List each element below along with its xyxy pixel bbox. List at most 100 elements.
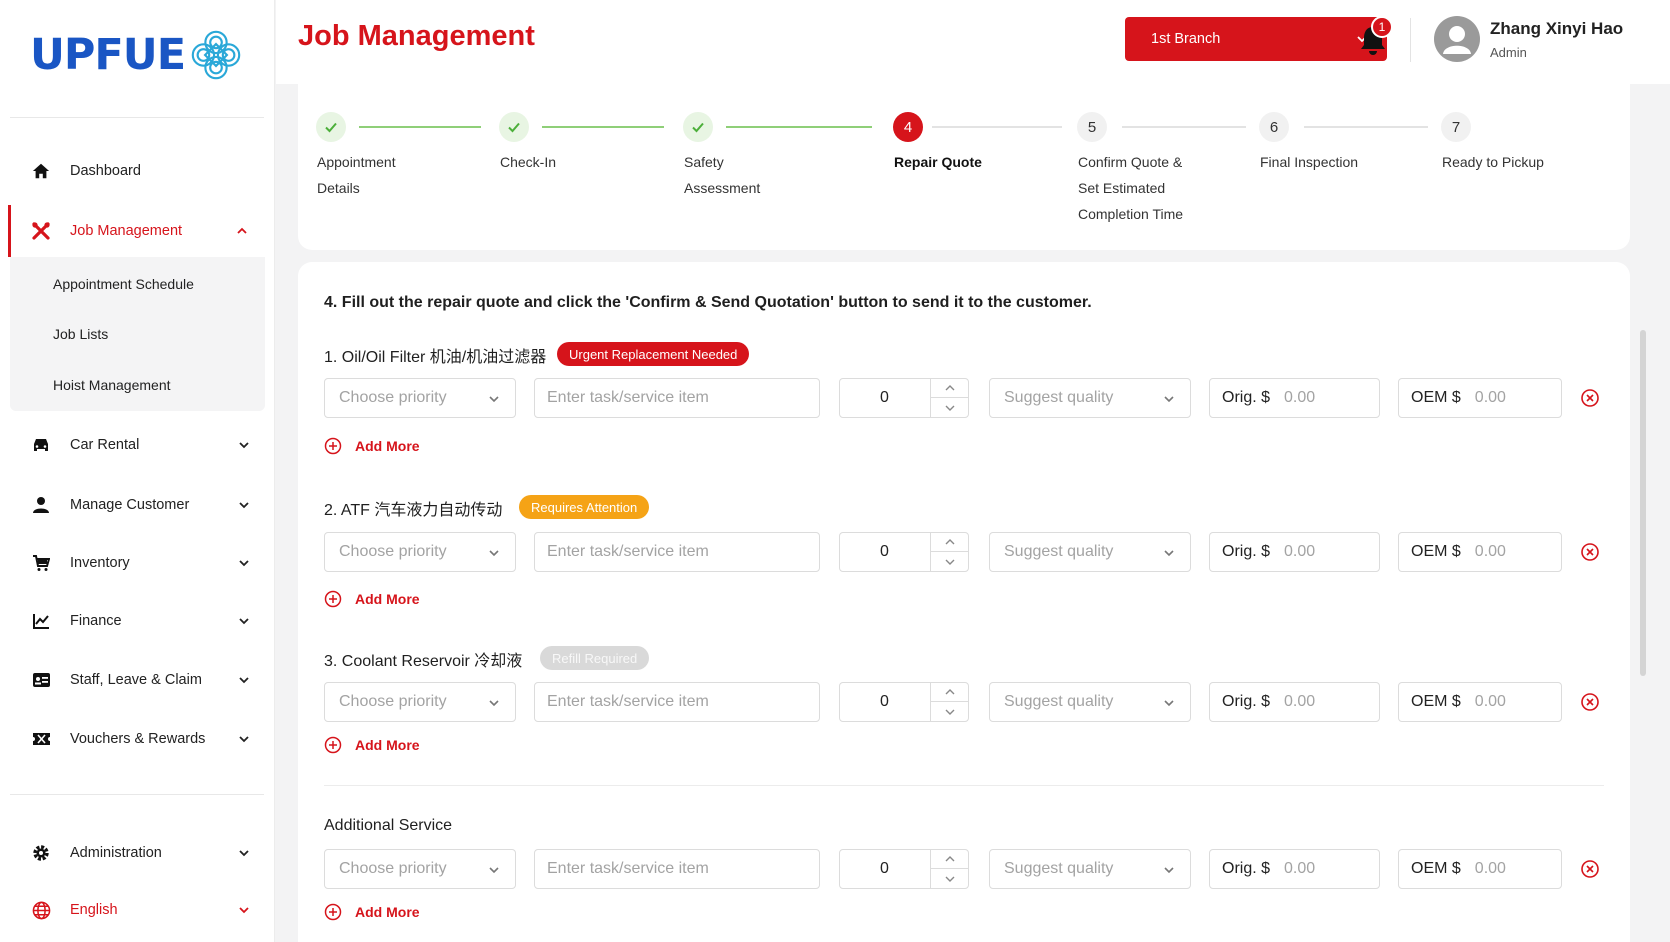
quantity-stepper[interactable]: 0 bbox=[839, 532, 969, 572]
oem-price-input[interactable]: OEM $ 0.00 bbox=[1398, 849, 1562, 889]
oem-price-input[interactable]: OEM $ 0.00 bbox=[1398, 682, 1562, 722]
step-3-label: Safety Assessment bbox=[684, 154, 761, 196]
sidebar-item-manage-customer[interactable]: Manage Customer bbox=[10, 479, 265, 531]
step-5-circle: 5 bbox=[1077, 112, 1107, 142]
decrement-button[interactable] bbox=[931, 552, 968, 571]
task-input[interactable]: Enter task/service item bbox=[534, 378, 820, 418]
decrement-button[interactable] bbox=[931, 702, 968, 721]
task-input[interactable]: Enter task/service item bbox=[534, 682, 820, 722]
task-placeholder: Enter task/service item bbox=[547, 693, 709, 710]
priority-select[interactable]: Choose priority bbox=[324, 849, 516, 889]
language-selector[interactable]: English bbox=[10, 884, 265, 936]
sidebar-item-dashboard[interactable]: Dashboard bbox=[10, 145, 265, 197]
sidebar-item-staff-leave-claim[interactable]: Staff, Leave & Claim bbox=[10, 654, 265, 706]
chevron-down-icon bbox=[945, 405, 954, 411]
orig-price-input[interactable]: Orig. $ 0.00 bbox=[1209, 378, 1380, 418]
chevron-down-icon bbox=[239, 618, 249, 625]
quantity-stepper[interactable]: 0 bbox=[839, 378, 969, 418]
form-instruction: 4. Fill out the repair quote and click t… bbox=[324, 294, 1092, 311]
sidebar-item-finance[interactable]: Finance bbox=[10, 595, 265, 647]
user-role: Admin bbox=[1490, 45, 1527, 60]
quality-select[interactable]: Suggest quality bbox=[989, 849, 1191, 889]
orig-price-input[interactable]: Orig. $ 0.00 bbox=[1209, 532, 1380, 572]
remove-row-icon[interactable] bbox=[1580, 692, 1600, 712]
sidebar-item-label: Manage Customer bbox=[70, 497, 190, 513]
chart-line-icon bbox=[30, 610, 52, 632]
add-more-button[interactable]: Add More bbox=[324, 437, 420, 455]
increment-button[interactable] bbox=[931, 683, 968, 702]
sidebar-subitem-hoist-management[interactable]: Hoist Management bbox=[53, 377, 171, 393]
chevron-up-icon bbox=[945, 539, 954, 545]
increment-button[interactable] bbox=[931, 533, 968, 552]
task-input[interactable]: Enter task/service item bbox=[534, 532, 820, 572]
chevron-down-icon bbox=[489, 700, 499, 707]
sidebar-subitem-appointment-schedule[interactable]: Appointment Schedule bbox=[53, 276, 194, 292]
sidebar-item-label: Dashboard bbox=[70, 163, 141, 179]
quality-select[interactable]: Suggest quality bbox=[989, 378, 1191, 418]
quantity-stepper[interactable]: 0 bbox=[839, 849, 969, 889]
orig-prefix: Orig. $ bbox=[1222, 389, 1271, 406]
sidebar-item-car-rental[interactable]: Car Rental bbox=[10, 419, 265, 471]
plus-circle-icon bbox=[324, 590, 342, 608]
brand-logo[interactable]: UPFUE bbox=[30, 26, 245, 84]
add-more-label: Add More bbox=[355, 591, 420, 607]
orig-price-input[interactable]: Orig. $ 0.00 bbox=[1209, 682, 1380, 722]
remove-row-icon[interactable] bbox=[1580, 388, 1600, 408]
step-1-label: Appointment Details bbox=[317, 154, 396, 196]
step-connector bbox=[1304, 126, 1428, 128]
sidebar-item-label: Job Management bbox=[70, 223, 183, 239]
increment-button[interactable] bbox=[931, 850, 968, 869]
tools-icon bbox=[30, 220, 52, 242]
branch-select[interactable]: 1st Branch bbox=[1125, 17, 1387, 61]
quality-select[interactable]: Suggest quality bbox=[989, 532, 1191, 572]
user-silhouette-icon bbox=[1443, 26, 1471, 54]
cart-icon bbox=[30, 552, 52, 574]
quantity-value: 0 bbox=[880, 543, 889, 560]
sidebar-item-vouchers-rewards[interactable]: Vouchers & Rewards bbox=[10, 713, 265, 765]
increment-button[interactable] bbox=[931, 379, 968, 398]
vertical-scrollbar[interactable] bbox=[1640, 330, 1646, 676]
oem-price-input[interactable]: OEM $ 0.00 bbox=[1398, 532, 1562, 572]
home-icon bbox=[30, 160, 52, 182]
add-more-button[interactable]: Add More bbox=[324, 903, 420, 921]
sidebar-item-inventory[interactable]: Inventory bbox=[10, 537, 265, 589]
add-more-button[interactable]: Add More bbox=[324, 736, 420, 754]
notification-badge: 1 bbox=[1371, 16, 1393, 38]
stepper-controls bbox=[930, 850, 968, 888]
remove-row-icon[interactable] bbox=[1580, 542, 1600, 562]
price-placeholder: 0.00 bbox=[1474, 389, 1506, 406]
top-header: Job Management 1st Branch 1 Zhang Xinyi … bbox=[276, 0, 1670, 84]
stepper-controls bbox=[930, 379, 968, 417]
check-icon bbox=[508, 122, 520, 133]
quantity-stepper[interactable]: 0 bbox=[839, 682, 969, 722]
sidebar-item-administration[interactable]: Administration bbox=[10, 827, 265, 879]
brand-name: UPFUE bbox=[30, 30, 186, 80]
quality-placeholder: Suggest quality bbox=[1004, 543, 1114, 560]
chevron-down-icon bbox=[1164, 700, 1174, 707]
task-input[interactable]: Enter task/service item bbox=[534, 849, 820, 889]
priority-placeholder: Choose priority bbox=[339, 389, 447, 406]
sidebar-divider bbox=[10, 117, 264, 118]
add-more-label: Add More bbox=[355, 904, 420, 920]
decrement-button[interactable] bbox=[931, 398, 968, 417]
orig-price-input[interactable]: Orig. $ 0.00 bbox=[1209, 849, 1380, 889]
quality-select[interactable]: Suggest quality bbox=[989, 682, 1191, 722]
price-placeholder: 0.00 bbox=[1284, 693, 1316, 710]
quality-placeholder: Suggest quality bbox=[1004, 860, 1114, 877]
sidebar-subitem-job-lists[interactable]: Job Lists bbox=[53, 326, 108, 342]
avatar[interactable] bbox=[1434, 16, 1480, 62]
priority-select[interactable]: Choose priority bbox=[324, 378, 516, 418]
status-badge: Requires Attention bbox=[519, 495, 650, 519]
priority-select[interactable]: Choose priority bbox=[324, 682, 516, 722]
oem-prefix: OEM $ bbox=[1411, 860, 1461, 877]
decrement-button[interactable] bbox=[931, 869, 968, 888]
add-more-label: Add More bbox=[355, 438, 420, 454]
add-more-button[interactable]: Add More bbox=[324, 590, 420, 608]
oem-price-input[interactable]: OEM $ 0.00 bbox=[1398, 378, 1562, 418]
sidebar-item-label: Staff, Leave & Claim bbox=[70, 672, 202, 688]
remove-row-icon[interactable] bbox=[1580, 859, 1600, 879]
step-4-label: Repair Quote bbox=[894, 154, 982, 170]
sidebar-item-job-management[interactable]: Job Management bbox=[8, 205, 263, 257]
priority-select[interactable]: Choose priority bbox=[324, 532, 516, 572]
sidebar-item-label: Administration bbox=[70, 845, 162, 861]
